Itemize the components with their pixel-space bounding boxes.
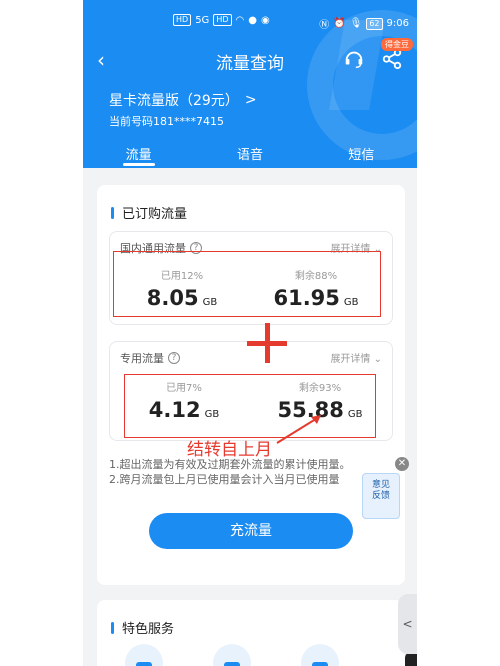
- reward-badge[interactable]: 得金豆: [381, 38, 413, 51]
- tab-voice[interactable]: 语音: [194, 140, 305, 168]
- share-icon[interactable]: [381, 48, 403, 70]
- chat-icon: ●: [248, 14, 257, 26]
- status-left: HD 5G HD ◠ ● ◉: [173, 14, 270, 26]
- annotation-box-domestic: [113, 251, 381, 317]
- side-panel-handle[interactable]: <: [398, 594, 417, 654]
- wifi-icon: ◠: [235, 14, 245, 26]
- feedback-label-1: 意见: [371, 480, 390, 490]
- plus-annotation-icon: [247, 323, 287, 363]
- help-icon[interactable]: ?: [168, 352, 180, 364]
- nav-bar: ‹ 流量查询 得金豆: [83, 38, 417, 76]
- tab-data[interactable]: 流量: [83, 140, 194, 168]
- status-right: Ⓝ ⏰ 🎙 62 9:06: [319, 16, 409, 31]
- header: HD 5G HD ◠ ● ◉ Ⓝ ⏰ 🎙 62 9:06 ‹ 流量查询 得金豆 …: [83, 0, 417, 168]
- section-bar: [111, 206, 114, 219]
- tab-bar: 流量 语音 短信: [83, 140, 417, 168]
- customer-service-icon[interactable]: [343, 48, 365, 70]
- notes: 1.超出流量为有效及过期套外流量的累计使用量。 2.跨月流量包上月已使用量会计入…: [109, 457, 379, 487]
- arrow-annotation-icon: [276, 415, 321, 444]
- hd2-icon: HD: [213, 14, 232, 26]
- service-icons: [125, 644, 339, 666]
- page-title: 流量查询: [216, 54, 284, 74]
- tab-sms[interactable]: 短信: [306, 140, 417, 168]
- chevron-right-icon: >: [244, 92, 257, 108]
- status-time: 9:06: [386, 18, 409, 29]
- message-icon: ◉: [260, 14, 270, 26]
- feedback-label-2: 反馈: [371, 491, 390, 501]
- section-title-text: 已订购流量: [122, 207, 188, 222]
- expand-details-link[interactable]: 展开详情 ⌄: [330, 350, 382, 365]
- alarm-icon: ⏰: [333, 18, 346, 29]
- section-title-text: 特色服务: [122, 622, 175, 637]
- note-line: 2.跨月流量包上月已使用量会计入当月已使用量: [109, 473, 340, 486]
- subscribed-data-card: 已订购流量 国内通用流量 ? 展开详情 ⌄ 专用流量 ? 展开详情 ⌄ 已用12…: [97, 185, 405, 585]
- dedicated-data-label: 专用流量: [120, 352, 164, 365]
- recharge-data-button[interactable]: 充流量: [149, 513, 353, 549]
- feedback-button[interactable]: 意见 反馈: [362, 473, 400, 519]
- dedicated-data-header: 专用流量 ?: [120, 350, 180, 366]
- phone-screen: HD 5G HD ◠ ● ◉ Ⓝ ⏰ 🎙 62 9:06 ‹ 流量查询 得金豆 …: [83, 0, 417, 666]
- note-line: 1.超出流量为有效及过期套外流量的累计使用量。: [109, 458, 351, 471]
- section-title: 特色服务: [111, 618, 174, 637]
- mic-icon: 🎙: [349, 18, 363, 29]
- service-gift-icon[interactable]: [125, 644, 163, 666]
- service-phone-icon[interactable]: [301, 644, 339, 666]
- close-icon[interactable]: ✕: [395, 457, 409, 471]
- annotation-box-dedicated: [124, 374, 376, 438]
- plan-label: 星卡流量版（29元）: [109, 93, 239, 109]
- battery-icon: 62: [366, 17, 383, 30]
- section-bar: [111, 621, 114, 634]
- featured-services-card: 特色服务: [97, 600, 405, 666]
- hd-icon: HD: [173, 14, 192, 26]
- plan-name[interactable]: 星卡流量版（29元） >: [109, 90, 257, 110]
- current-number: 当前号码181****7415: [109, 115, 224, 128]
- nfc-icon: Ⓝ: [319, 20, 330, 31]
- section-title: 已订购流量: [111, 203, 187, 222]
- signal-5g-icon: 5G: [195, 14, 210, 26]
- dark-overlay-bar: [405, 652, 417, 666]
- service-document-icon[interactable]: [213, 644, 251, 666]
- status-bar: HD 5G HD ◠ ● ◉ Ⓝ ⏰ 🎙 62 9:06: [83, 0, 417, 44]
